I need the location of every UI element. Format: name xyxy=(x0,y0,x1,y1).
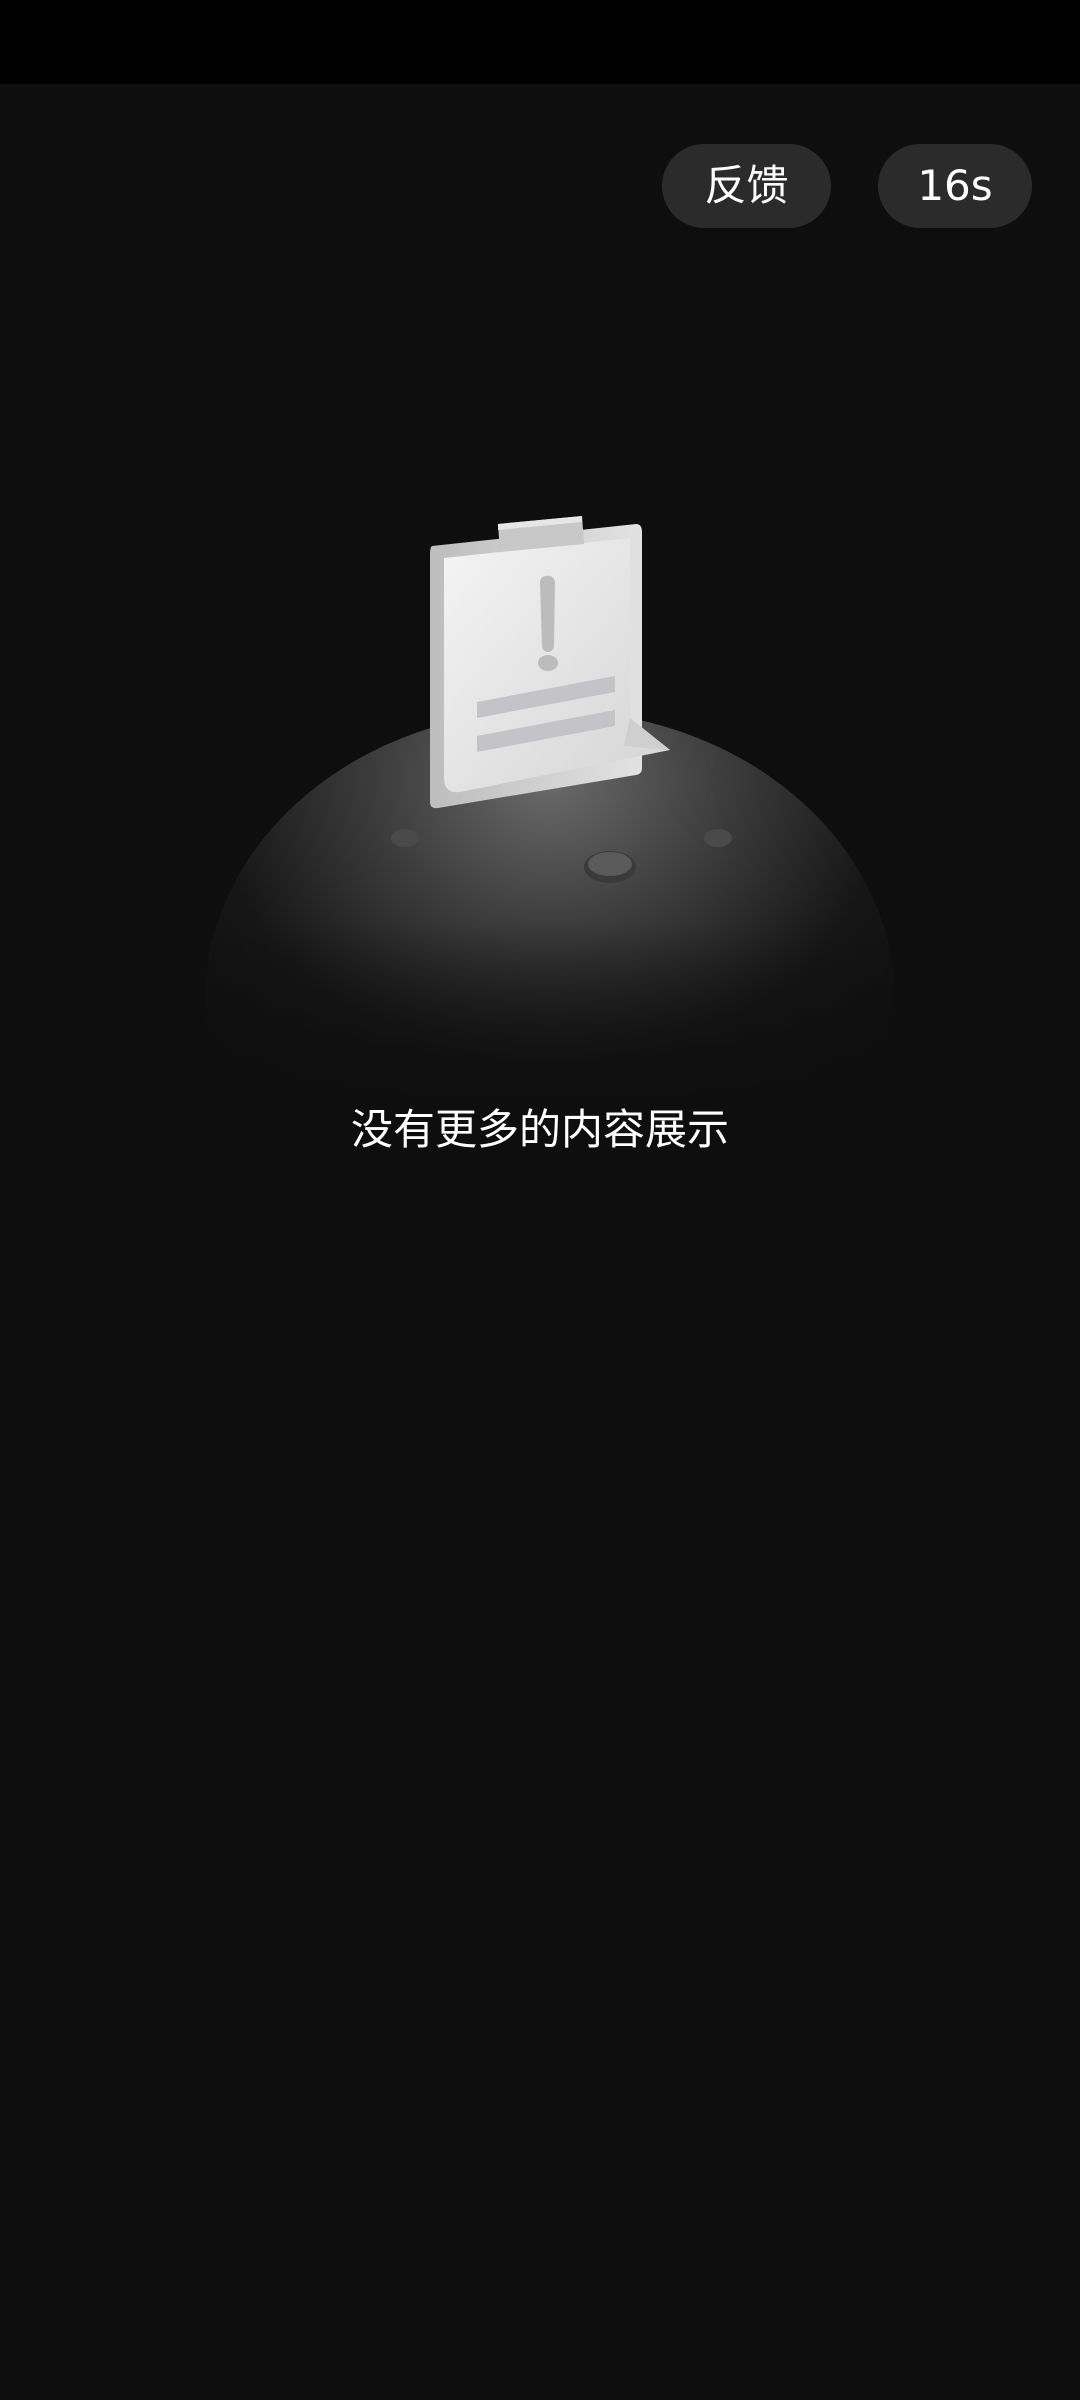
clipboard-warning-icon xyxy=(200,516,900,1290)
status-bar xyxy=(0,0,1080,84)
empty-state-illustration xyxy=(200,500,900,1290)
feedback-button[interactable]: 反馈 xyxy=(662,144,831,228)
countdown-button[interactable]: 16s xyxy=(878,144,1032,228)
screen: 反馈 16s 没有更多的内容展示 xyxy=(0,0,1080,2400)
empty-state-message: 没有更多的内容展示 xyxy=(350,1105,729,1154)
